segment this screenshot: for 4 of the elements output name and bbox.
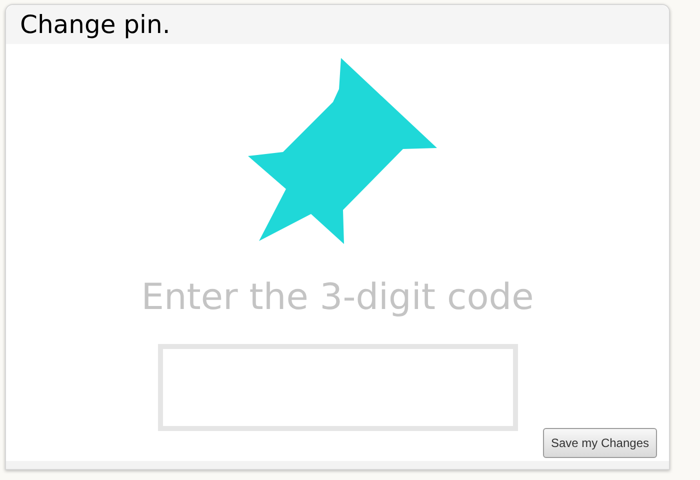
prompt-heading: Enter the 3-digit code: [141, 280, 534, 316]
dialog-title: Change pin.: [20, 12, 170, 37]
code-input-field[interactable]: [158, 344, 518, 431]
save-button[interactable]: Save my Changes: [542, 428, 657, 458]
